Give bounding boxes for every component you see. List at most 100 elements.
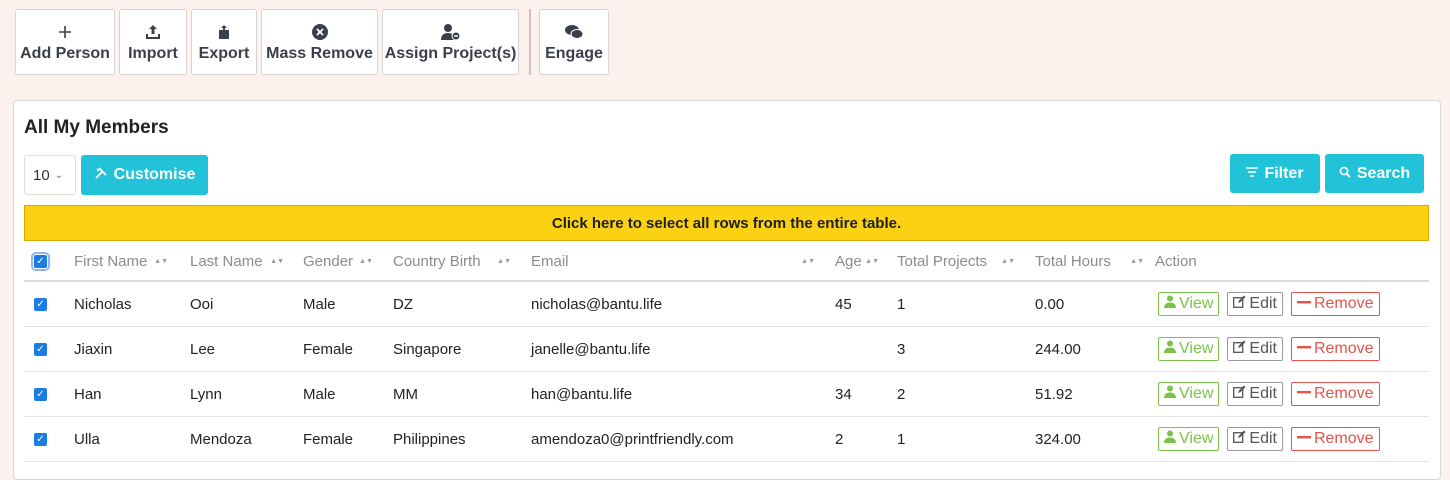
cell-actions: View Edit Remove	[1158, 372, 1388, 416]
col-age[interactable]: Age ▲▼	[835, 243, 885, 280]
engage-button[interactable]: Engage	[539, 9, 609, 75]
sort-icon: ▲▼	[865, 257, 879, 265]
cell-gender: Female	[303, 340, 354, 358]
view-button[interactable]: View	[1158, 337, 1220, 361]
col-email[interactable]: Email ▲▼	[531, 243, 821, 280]
edit-icon	[1233, 430, 1246, 448]
table-row[interactable]: ✓ Ulla Mendoza Female Philippines amendo…	[24, 417, 1429, 462]
view-button[interactable]: View	[1158, 292, 1220, 316]
cell-total-hours: 0.00	[1035, 295, 1065, 313]
cell-last-name: Ooi	[190, 295, 214, 313]
import-button[interactable]: Import	[119, 9, 187, 75]
edit-button[interactable]: Edit	[1227, 382, 1283, 406]
col-action: Action	[1155, 253, 1197, 270]
cell-last-name: Lynn	[190, 385, 222, 403]
panel-title: All My Members	[24, 117, 169, 138]
remove-button[interactable]: Remove	[1290, 292, 1380, 316]
members-table: ✓ First Name ▲▼ Last Name ▲▼ Gender ▲▼ Coun…	[24, 243, 1429, 462]
cell-total-projects: 3	[897, 340, 906, 358]
circle-x-icon	[311, 21, 329, 43]
sort-icon: ▲▼	[270, 257, 284, 265]
checkbox-checked-icon: ✓	[34, 387, 47, 401]
cell-total-projects: 1	[897, 430, 906, 448]
cell-gender: Male	[303, 295, 336, 313]
col-first-name[interactable]: First Name ▲▼	[74, 243, 174, 280]
cell-email: nicholas@bantu.life	[531, 295, 663, 313]
edit-button[interactable]: Edit	[1227, 292, 1283, 316]
row-checkbox[interactable]: ✓	[34, 417, 47, 461]
minus-icon	[1296, 430, 1311, 448]
cell-first-name: Ulla	[74, 430, 100, 448]
remove-button[interactable]: Remove	[1290, 427, 1380, 451]
cell-age: 45	[835, 295, 852, 313]
cell-total-projects: 1	[897, 295, 906, 313]
cell-total-hours: 51.92	[1035, 385, 1073, 403]
edit-icon	[1233, 385, 1246, 403]
chat-bubbles-icon	[564, 21, 584, 43]
remove-button[interactable]: Remove	[1290, 337, 1380, 361]
cell-first-name: Jiaxin	[74, 340, 113, 358]
cell-actions: View Edit Remove	[1158, 327, 1388, 371]
remove-button[interactable]: Remove	[1290, 382, 1380, 406]
add-person-button[interactable]: Add Person	[15, 9, 115, 75]
row-checkbox[interactable]: ✓	[34, 282, 47, 326]
export-button[interactable]: Export	[191, 9, 257, 75]
page-size-value: 10	[33, 166, 50, 184]
checkbox-checked-icon: ✓	[34, 297, 47, 311]
table-row[interactable]: ✓ Nicholas Ooi Male DZ nicholas@bantu.li…	[24, 282, 1429, 327]
assign-projects-button[interactable]: Assign Project(s)	[382, 9, 519, 75]
filter-label: Filter	[1264, 164, 1304, 182]
cell-total-hours: 324.00	[1035, 430, 1081, 448]
sort-icon: ▲▼	[154, 257, 168, 265]
chevron-down-icon: ⌄	[54, 169, 64, 181]
search-label: Search	[1356, 164, 1411, 182]
select-all-banner[interactable]: Click here to select all rows from the e…	[24, 205, 1429, 241]
toolbar-divider	[529, 9, 531, 75]
edit-icon	[1233, 340, 1246, 358]
col-gender[interactable]: Gender ▲▼	[303, 243, 379, 280]
col-country-birth[interactable]: Country Birth ▲▼	[393, 243, 517, 280]
plus-icon	[58, 21, 72, 43]
col-total-hours[interactable]: Total Hours ▲▼	[1035, 243, 1150, 280]
cell-gender: Male	[303, 385, 336, 403]
row-checkbox[interactable]: ✓	[34, 327, 47, 371]
sort-icon: ▲▼	[497, 257, 511, 265]
cell-total-projects: 2	[897, 385, 906, 403]
table-row[interactable]: ✓ Jiaxin Lee Female Singapore janelle@ba…	[24, 327, 1429, 372]
checkbox-checked-icon: ✓	[31, 252, 50, 271]
cell-country: DZ	[393, 295, 413, 313]
col-total-projects[interactable]: Total Projects ▲▼	[897, 243, 1021, 280]
row-checkbox[interactable]: ✓	[34, 372, 47, 416]
search-button[interactable]: Search	[1325, 154, 1424, 193]
edit-button[interactable]: Edit	[1227, 427, 1283, 451]
cell-first-name: Nicholas	[74, 295, 132, 313]
cell-email: janelle@bantu.life	[531, 340, 651, 358]
view-button[interactable]: View	[1158, 382, 1220, 406]
edit-icon	[1233, 295, 1246, 313]
search-icon	[1339, 165, 1351, 183]
mass-remove-button[interactable]: Mass Remove	[261, 9, 378, 75]
col-last-name[interactable]: Last Name ▲▼	[190, 243, 290, 280]
cell-country: Philippines	[393, 430, 466, 448]
sort-icon: ▲▼	[1001, 257, 1015, 265]
members-panel: All My Members 10 ⌄ Customise Filter Sea…	[13, 100, 1441, 480]
page-size-select[interactable]: 10 ⌄	[24, 155, 76, 195]
view-button[interactable]: View	[1158, 427, 1220, 451]
cell-first-name: Han	[74, 385, 102, 403]
filter-button[interactable]: Filter	[1230, 154, 1320, 193]
edit-button[interactable]: Edit	[1227, 337, 1283, 361]
select-all-checkbox[interactable]: ✓	[31, 243, 64, 280]
user-icon	[1164, 295, 1176, 313]
sort-icon: ▲▼	[801, 257, 815, 265]
cell-email: amendoza0@printfriendly.com	[531, 430, 734, 448]
tools-icon	[94, 166, 108, 185]
customise-button[interactable]: Customise	[81, 155, 208, 195]
cell-email: han@bantu.life	[531, 385, 633, 403]
cell-age: 2	[835, 430, 844, 448]
cell-gender: Female	[303, 430, 354, 448]
cell-total-hours: 244.00	[1035, 340, 1081, 358]
table-row[interactable]: ✓ Han Lynn Male MM han@bantu.life 34 2 5…	[24, 372, 1429, 417]
user-icon	[1164, 340, 1176, 358]
export-icon	[217, 21, 231, 43]
minus-icon	[1296, 295, 1311, 313]
